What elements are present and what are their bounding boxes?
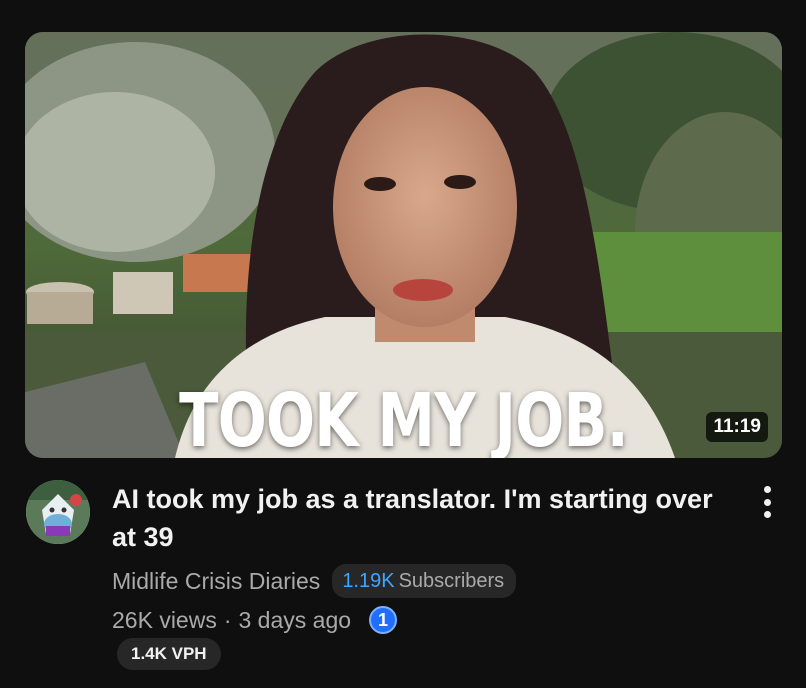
video-card: TOOK MY JOB. 11:19 AI took my job as a t… xyxy=(0,0,806,688)
video-title[interactable]: AI took my job as a translator. I'm star… xyxy=(112,480,732,556)
video-thumbnail[interactable]: TOOK MY JOB. 11:19 xyxy=(25,32,782,458)
channel-name[interactable]: Midlife Crisis Diaries xyxy=(112,568,320,595)
rank-badge: 1 xyxy=(369,606,398,634)
view-count: 26K views xyxy=(112,606,217,633)
avatar-illustration xyxy=(26,480,90,544)
subscriber-count: 1.19K xyxy=(342,569,395,592)
subscriber-badge: 1.19K Subscribers xyxy=(332,564,517,598)
channel-avatar[interactable] xyxy=(26,480,90,544)
video-metadata: 26K views · 3 days ago 1 xyxy=(112,602,398,638)
subscriber-label: Subscribers xyxy=(398,569,505,592)
meta-separator: · xyxy=(223,606,232,633)
more-actions-button[interactable] xyxy=(752,484,782,520)
duration-badge: 11:19 xyxy=(706,412,768,442)
more-vert-icon xyxy=(763,486,771,493)
upload-age: 3 days ago xyxy=(238,606,352,633)
thumbnail-caption: TOOK MY JOB. xyxy=(179,378,629,458)
channel-row: Midlife Crisis Diaries 1.19K Subscribers xyxy=(112,562,517,600)
vph-badge: 1.4K VPH xyxy=(117,638,221,670)
